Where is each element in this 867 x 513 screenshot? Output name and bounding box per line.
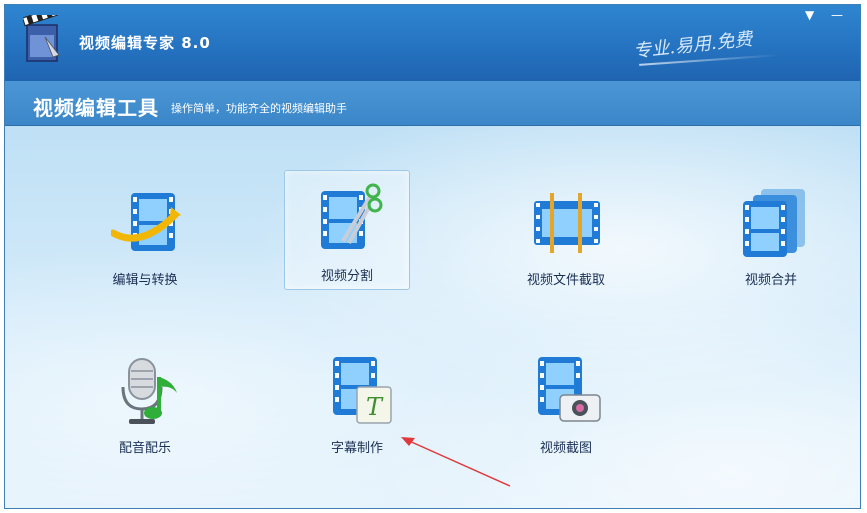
section-subtitle: 操作简单，功能齐全的视频编辑助手 xyxy=(171,102,347,115)
menu-dropdown-button[interactable]: ▼ xyxy=(805,9,814,21)
app-window: 视频编辑专家 8.0 专业.易用.免费 ▼ — 视频编辑工具 操作简单，功能齐全… xyxy=(4,4,861,509)
title-bar: 视频编辑专家 8.0 专业.易用.免费 ▼ — xyxy=(5,5,860,81)
annotation-arrow xyxy=(401,437,511,487)
section-title: 视频编辑工具 xyxy=(33,96,159,120)
minimize-button[interactable]: — xyxy=(831,9,843,21)
section-banner: 视频编辑工具 操作简单，功能齐全的视频编辑助手 xyxy=(5,81,860,126)
app-title: 视频编辑专家 8.0 xyxy=(79,34,211,52)
clapperboard-app-icon xyxy=(23,15,60,62)
tools-panel: 编辑与转换 视频分割 视频文件截取 视频合并 配音配乐 T 字幕制作 视频截图 xyxy=(5,126,860,508)
